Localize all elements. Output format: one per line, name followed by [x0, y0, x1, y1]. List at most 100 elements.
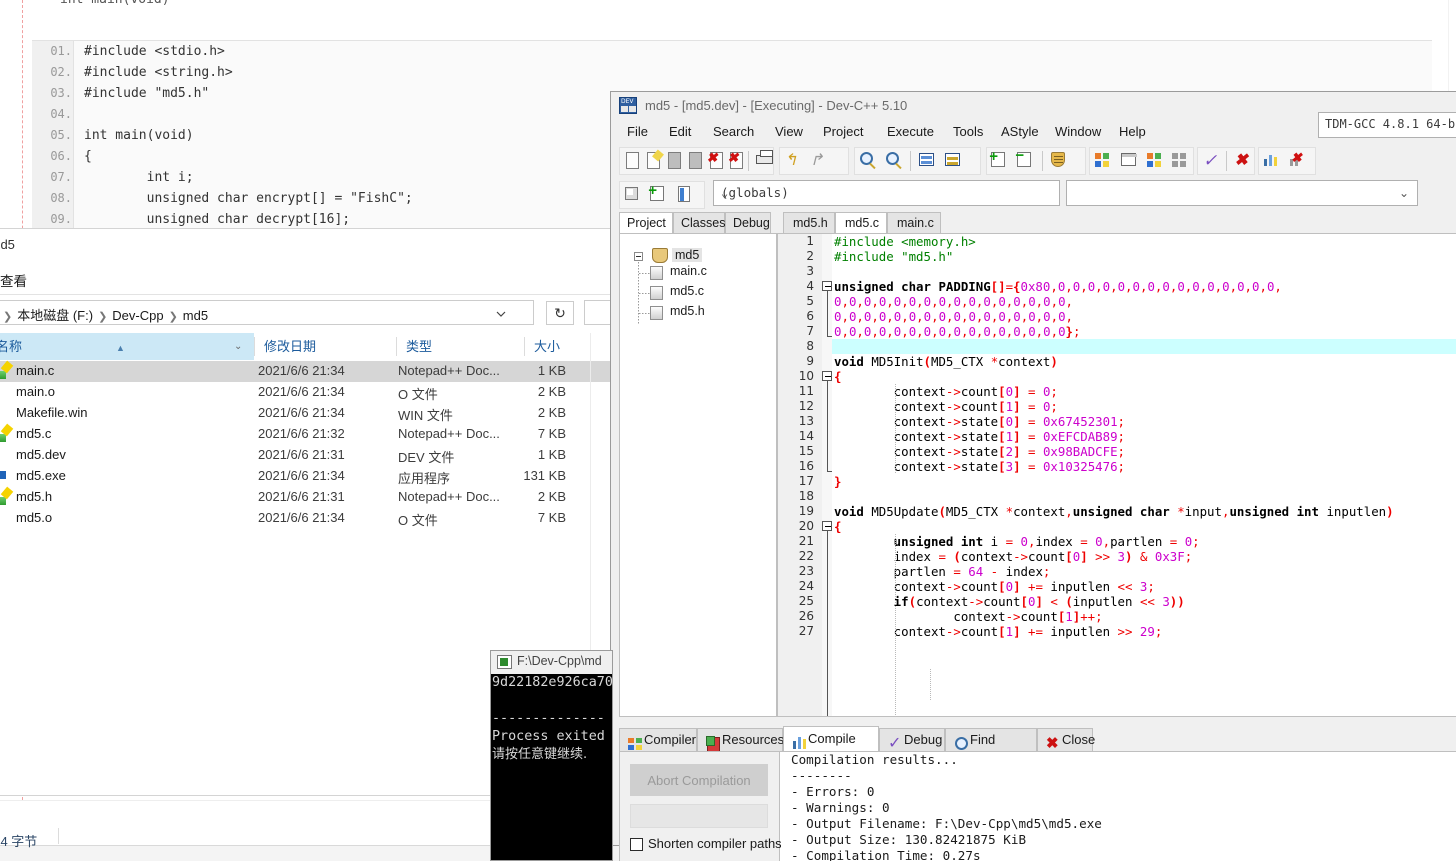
bottom-panel-tabs[interactable]: CompilerResourcesCompile Log✓DebugFind R…: [619, 726, 1456, 770]
project-tree-panel[interactable]: md5 main.c md5.c md5.h: [619, 233, 777, 717]
menu-execute[interactable]: Execute: [881, 123, 940, 140]
open-file-button[interactable]: [641, 148, 664, 174]
compiler-selector[interactable]: TDM-GCC 4.8.1 64-bit Re: [1318, 112, 1456, 138]
new-file-button[interactable]: [620, 148, 641, 174]
ribbon-tab-view[interactable]: 查看: [0, 270, 27, 290]
toolbar-row-1[interactable]: ✖ ✖ ↰ ↱ ✓: [619, 112, 1456, 178]
syntax-check-button[interactable]: ✓: [1198, 148, 1223, 174]
abort-compilation-button[interactable]: Abort Compilation: [630, 764, 768, 796]
left-tab-classes[interactable]: Classes: [673, 212, 725, 234]
run-button[interactable]: [1116, 148, 1142, 174]
help-book-button[interactable]: [672, 182, 698, 208]
breadcrumb[interactable]: 脑❯本地磁盘 (F:)❯Dev-Cpp❯md5: [0, 305, 208, 324]
file-row[interactable]: md5.h 2021/6/6 21:31 Notepad++ Doc... 2 KB: [0, 487, 611, 508]
close-file-button[interactable]: ✖: [704, 148, 725, 174]
code-editor[interactable]: 1 #include <memory.h> 2 #include "md5.h" 3 4 u…: [777, 233, 1456, 717]
menu-window[interactable]: Window: [1049, 123, 1107, 140]
menu-tools[interactable]: Tools: [947, 123, 989, 140]
chevron-down-icon[interactable]: ⌄: [721, 186, 1051, 200]
bottom-tab-compile-log[interactable]: Compile Log: [783, 726, 879, 770]
column-header-size[interactable]: 大小: [524, 333, 590, 360]
bottom-tab-find-results[interactable]: Find Results: [945, 728, 1037, 769]
fold-region-md5init[interactable]: [822, 369, 834, 474]
explorer-column-headers[interactable]: 名称 ▲ ⌄ 修改日期 类型 大小: [0, 333, 611, 360]
menu-file[interactable]: File: [621, 123, 654, 140]
new-project-button[interactable]: [620, 182, 646, 208]
file-row[interactable]: md5.o 2021/6/6 21:34 O 文件 7 KB: [0, 508, 611, 529]
editor-tab-main-c[interactable]: main.c: [887, 212, 941, 234]
menu-astyle[interactable]: AStyle: [995, 123, 1045, 140]
breadcrumb-item[interactable]: md5: [183, 308, 208, 323]
line-code: context->count[1] = 0;: [834, 399, 1058, 414]
save-all-button[interactable]: [683, 148, 704, 174]
menu-view[interactable]: View: [769, 123, 809, 140]
compile-button[interactable]: [1090, 148, 1116, 174]
toolbar-row-2[interactable]: (globals) ⌄ ⌄: [619, 180, 1456, 210]
fold-region-padding[interactable]: [822, 279, 834, 339]
add-to-project-button[interactable]: [646, 182, 672, 208]
profile-button[interactable]: [1259, 148, 1285, 174]
address-box[interactable]: 脑❯本地磁盘 (F:)❯Dev-Cpp❯md5: [0, 300, 534, 325]
goto-line-button[interactable]: [914, 148, 940, 174]
compile-controls[interactable]: Abort Compilation Shorten compiler paths: [620, 752, 782, 861]
column-header-name[interactable]: 名称 ▲ ⌄: [0, 333, 254, 360]
bottom-panel[interactable]: Abort Compilation Shorten compiler paths…: [619, 751, 1456, 861]
menu-project[interactable]: Project: [817, 123, 869, 140]
project-options-button[interactable]: [1046, 148, 1072, 174]
address-bar-extra[interactable]: [584, 300, 611, 325]
menu-help[interactable]: Help: [1113, 123, 1152, 140]
file-row[interactable]: main.c 2021/6/6 21:34 Notepad++ Doc... 1 KB: [0, 361, 611, 382]
collapse-icon[interactable]: [634, 252, 643, 261]
fold-region-md5update[interactable]: [822, 519, 834, 716]
delete-profile-button[interactable]: ✖: [1285, 148, 1311, 174]
file-row[interactable]: Makefile.win 2021/6/6 21:34 WIN 文件 2 KB: [0, 403, 611, 424]
file-row[interactable]: md5.dev 2021/6/6 21:31 DEV 文件 1 KB: [0, 445, 611, 466]
explorer-address-bar[interactable]: 脑❯本地磁盘 (F:)❯Dev-Cpp❯md5 ↻: [0, 297, 611, 329]
breadcrumb-item[interactable]: 本地磁盘 (F:): [17, 308, 93, 323]
breadcrumb-item[interactable]: Dev-Cpp: [112, 308, 163, 323]
bottom-tab-close[interactable]: ✖ Close: [1037, 728, 1095, 752]
file-row[interactable]: md5.exe 2021/6/6 21:34 应用程序 131 KB: [0, 466, 611, 487]
refresh-button[interactable]: ↻: [546, 301, 574, 325]
bottom-tab-debug[interactable]: ✓ Debug: [879, 728, 945, 752]
file-row[interactable]: main.o 2021/6/6 21:34 O 文件 2 KB: [0, 382, 611, 403]
chevron-down-icon[interactable]: ⌄: [234, 333, 242, 360]
replace-button[interactable]: [881, 148, 907, 174]
save-button[interactable]: [662, 148, 683, 174]
rebuild-all-button[interactable]: [1167, 148, 1193, 174]
zoom-in-button[interactable]: [987, 148, 1013, 174]
chevron-down-icon[interactable]: [495, 307, 507, 319]
undo-button[interactable]: ↰: [780, 148, 806, 174]
column-header-type[interactable]: 类型: [396, 333, 524, 360]
generic-file-icon: [0, 406, 9, 422]
editor-tabs[interactable]: md5.h md5.c main.c: [783, 212, 1456, 236]
print-button[interactable]: [752, 148, 774, 174]
stop-execution-button[interactable]: ✖: [1229, 148, 1254, 174]
zoom-out-button[interactable]: [1013, 147, 1039, 174]
column-header-date[interactable]: 修改日期: [254, 333, 396, 360]
bottom-tab-compiler[interactable]: Compiler: [619, 728, 697, 752]
file-row[interactable]: md5.c 2021/6/6 21:32 Notepad++ Doc... 7 KB: [0, 424, 611, 445]
menu-edit[interactable]: Edit: [663, 123, 697, 140]
devcpp-window[interactable]: md5 - [md5.dev] - [Executing] - Dev-C++ …: [610, 91, 1456, 861]
compile-and-run-button[interactable]: [1142, 148, 1168, 174]
line-code: #include "md5.h": [834, 249, 954, 264]
scope-selector[interactable]: (globals) ⌄: [713, 180, 1060, 206]
shorten-paths-checkbox[interactable]: [630, 838, 643, 851]
chevron-down-icon[interactable]: ⌄: [1399, 186, 1409, 200]
left-tab-debug[interactable]: Debug: [725, 212, 771, 234]
bottom-tab-resources[interactable]: Resources: [697, 728, 784, 752]
goto-function-button[interactable]: [940, 148, 966, 174]
close-all-button[interactable]: ✖: [724, 148, 745, 174]
find-button[interactable]: [855, 148, 881, 174]
menu-search[interactable]: Search: [707, 123, 760, 140]
editor-tab-md5-h[interactable]: md5.h: [783, 212, 835, 234]
editor-line: 10 {: [778, 369, 1456, 384]
explorer-ribbon[interactable]: 查看: [0, 265, 611, 295]
symbol-selector[interactable]: ⌄: [1066, 180, 1418, 206]
generic-file-icon: [0, 448, 9, 464]
console-title-bar[interactable]: F:\Dev-Cpp\md: [491, 651, 612, 674]
console-window[interactable]: F:\Dev-Cpp\md 9d22182e926ca70 ----------…: [490, 650, 613, 861]
left-panel-tabs[interactable]: Project Classes Debug: [619, 212, 777, 236]
redo-button[interactable]: ↱: [806, 148, 832, 174]
